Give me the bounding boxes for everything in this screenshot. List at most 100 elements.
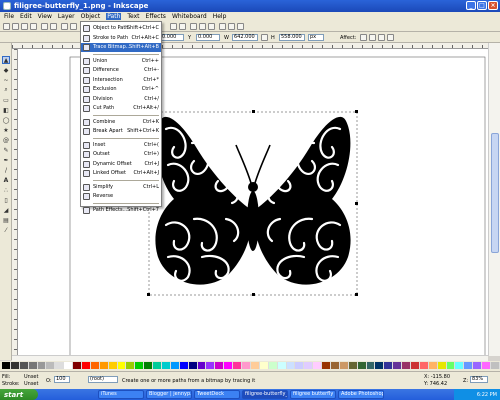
color-swatch[interactable] xyxy=(428,362,438,369)
import-icon[interactable] xyxy=(41,23,48,30)
color-swatch[interactable] xyxy=(402,362,411,369)
menu-item-union[interactable]: Union Ctrl++ xyxy=(81,57,161,66)
text-font-icon[interactable] xyxy=(199,23,206,30)
color-swatch[interactable] xyxy=(188,362,198,369)
color-swatch[interactable] xyxy=(28,362,38,369)
color-swatch[interactable] xyxy=(162,362,171,369)
color-swatch[interactable] xyxy=(313,362,323,369)
color-swatch[interactable] xyxy=(322,362,331,369)
color-swatch[interactable] xyxy=(464,362,474,369)
color-swatch[interactable] xyxy=(233,362,243,369)
color-swatch[interactable] xyxy=(170,362,180,369)
xml-editor-icon[interactable] xyxy=(208,23,215,30)
menu-item-break-apart[interactable]: Break Apart Shift+Ctrl+K xyxy=(81,127,161,136)
menu-item-dynamic-offset[interactable]: Dynamic Offset Ctrl+J xyxy=(81,160,161,169)
spray-tool-icon[interactable]: ∴ xyxy=(2,186,10,194)
align-distribute-icon[interactable] xyxy=(219,23,226,30)
color-swatch[interactable] xyxy=(215,362,225,369)
menu-effects[interactable]: Effects xyxy=(146,13,166,20)
node-tool-icon[interactable]: ◆ xyxy=(2,66,10,74)
y-field[interactable]: 0.000 xyxy=(196,34,220,41)
menu-view[interactable]: View xyxy=(38,13,52,20)
pencil-tool-icon[interactable]: ✎ xyxy=(2,146,10,154)
menu-item-intersection[interactable]: Intersection Ctrl+* xyxy=(81,76,161,85)
stroke-value[interactable]: Unset xyxy=(24,381,38,387)
open-icon[interactable] xyxy=(12,23,19,30)
preferences-icon[interactable] xyxy=(228,23,235,30)
color-swatch[interactable] xyxy=(419,362,429,369)
bucket-tool-icon[interactable]: ◢ xyxy=(2,206,10,214)
scale-corners-icon[interactable] xyxy=(369,34,376,41)
spiral-tool-icon[interactable]: @ xyxy=(2,136,10,144)
lock-icon[interactable] xyxy=(261,34,268,41)
eraser-tool-icon[interactable]: ▯ xyxy=(2,196,10,204)
menu-item-linked-offset[interactable]: Linked Offset Ctrl+Alt+J xyxy=(81,169,161,178)
color-swatch[interactable] xyxy=(37,362,47,369)
menu-path[interactable]: Path xyxy=(106,13,122,20)
fill-stroke-icon[interactable] xyxy=(190,23,197,30)
move-gradients-icon[interactable] xyxy=(378,34,385,41)
color-swatch[interactable] xyxy=(90,362,100,369)
color-swatch[interactable] xyxy=(135,362,145,369)
color-swatch[interactable] xyxy=(286,362,296,369)
color-swatch[interactable] xyxy=(357,362,367,369)
x-field[interactable]: 0.000 xyxy=(160,34,184,41)
color-swatch[interactable] xyxy=(179,362,189,369)
menu-object[interactable]: Object xyxy=(81,13,101,20)
ungroup-icon[interactable] xyxy=(179,23,186,30)
color-swatch[interactable] xyxy=(10,362,20,369)
menu-item-division[interactable]: Division Ctrl+/ xyxy=(81,95,161,104)
task-inkscape[interactable]: filigree-butterfly_1... xyxy=(242,390,288,399)
layer-select[interactable]: (root) xyxy=(88,376,118,383)
redo-icon[interactable] xyxy=(70,23,77,30)
h-field[interactable]: 558.000 xyxy=(279,34,305,41)
menu-item-difference[interactable]: Difference Ctrl+- xyxy=(81,66,161,75)
color-swatch[interactable] xyxy=(339,362,349,369)
pen-tool-icon[interactable]: ✒ xyxy=(2,156,10,164)
w-field[interactable]: 642.000 xyxy=(232,34,258,41)
menu-layer[interactable]: Layer xyxy=(58,13,75,20)
color-swatch[interactable] xyxy=(224,362,234,369)
export-icon[interactable] xyxy=(50,23,57,30)
task-tweetdeck[interactable]: TweetDeck xyxy=(194,390,240,399)
color-swatch[interactable] xyxy=(250,362,260,369)
color-swatch[interactable] xyxy=(455,362,465,369)
color-swatch[interactable] xyxy=(206,362,216,369)
move-patterns-icon[interactable] xyxy=(387,34,394,41)
undo-icon[interactable] xyxy=(61,23,68,30)
menu-item-inset[interactable]: Inset Ctrl+( xyxy=(81,141,161,150)
close-button[interactable]: × xyxy=(488,1,498,10)
color-swatch[interactable] xyxy=(482,362,491,369)
opacity-field[interactable]: 100 xyxy=(54,376,70,383)
gradient-tool-icon[interactable]: ▤ xyxy=(2,216,10,224)
color-swatch[interactable] xyxy=(295,362,305,369)
menu-item-path-effects[interactable]: Path Effects... Shift+Ctrl+7 xyxy=(81,206,161,215)
color-swatch[interactable] xyxy=(348,362,358,369)
color-swatch[interactable] xyxy=(375,362,385,369)
color-swatch[interactable] xyxy=(126,362,136,369)
menu-item-combine[interactable]: Combine Ctrl+K xyxy=(81,118,161,127)
menu-item-object-to-path[interactable]: Object to Path Shift+Ctrl+C xyxy=(81,24,161,33)
save-icon[interactable] xyxy=(21,23,28,30)
task-itunes[interactable]: iTunes xyxy=(98,390,144,399)
color-swatch[interactable] xyxy=(268,362,278,369)
color-swatch[interactable] xyxy=(108,362,118,369)
calligraphy-tool-icon[interactable]: / xyxy=(2,166,10,174)
menu-text[interactable]: Text xyxy=(127,13,139,20)
color-swatch[interactable] xyxy=(242,362,251,369)
vertical-scrollbar[interactable] xyxy=(488,43,500,356)
menu-whiteboard[interactable]: Whiteboard xyxy=(172,13,207,20)
menu-item-simplify[interactable]: Simplify Ctrl+L xyxy=(81,183,161,192)
task-folder[interactable]: filigree butterfly xyxy=(290,390,336,399)
color-swatch[interactable] xyxy=(304,362,314,369)
document-properties-icon[interactable] xyxy=(237,23,244,30)
color-swatch[interactable] xyxy=(64,362,74,369)
menu-item-cut-path[interactable]: Cut Path Ctrl+Alt+/ xyxy=(81,104,161,113)
color-swatch[interactable] xyxy=(117,362,127,369)
color-swatch[interactable] xyxy=(55,362,65,369)
rectangle-tool-icon[interactable]: ▭ xyxy=(2,96,10,104)
menu-item-trace-bitmap[interactable]: Trace Bitmap... Shift+Alt+B xyxy=(81,43,161,52)
scrollbar-thumb[interactable] xyxy=(491,133,499,253)
menu-item-reverse[interactable]: Reverse xyxy=(81,192,161,201)
scale-stroke-icon[interactable] xyxy=(360,34,367,41)
